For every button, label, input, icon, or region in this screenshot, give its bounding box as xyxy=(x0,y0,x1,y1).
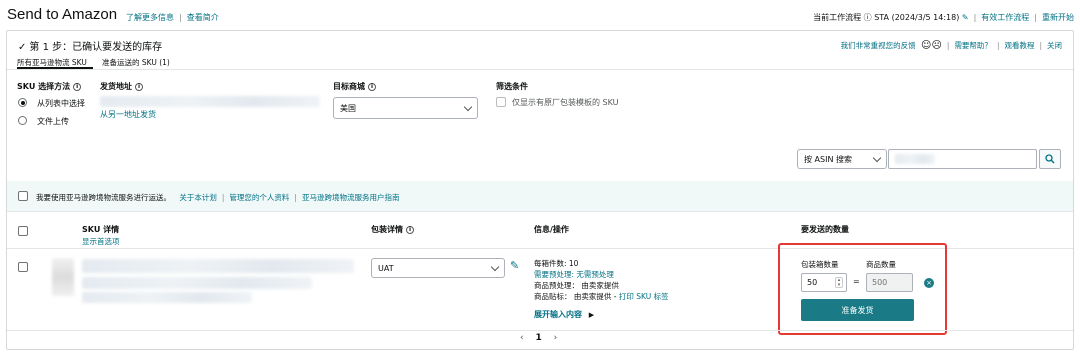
step-title-text: 第 1 步：已确认要发送的库存 xyxy=(29,42,163,53)
sku-method-label: SKU 选择方法 i xyxy=(17,81,82,92)
units-input: 500 xyxy=(866,273,913,292)
view-intro-link[interactable]: 查看简介 xyxy=(187,13,219,22)
info-icon[interactable]: i xyxy=(135,83,143,91)
about-program-link[interactable]: 关于本计划 xyxy=(179,193,217,202)
learn-more-link[interactable]: 了解更多信息 xyxy=(126,13,174,22)
stepper-icon[interactable]: ▴ ▾ xyxy=(835,277,843,288)
col-packing-details: 包装详情 i xyxy=(371,224,414,235)
marketplace-select[interactable]: 美国 xyxy=(333,97,478,119)
marketplace-label: 目标商城 i xyxy=(333,81,376,92)
row-info: 每箱件数: 10 需要预处理: 无需预处理 商品预处理： 由卖家提供 商品贴标：… xyxy=(534,258,669,302)
divider: | xyxy=(973,13,977,22)
units-label: 商品数量 xyxy=(866,260,896,269)
chevron-down-icon xyxy=(463,102,473,111)
prep-owner: 商品预处理： 由卖家提供 xyxy=(534,281,619,290)
redacted-sku-title xyxy=(82,259,354,273)
row-checkbox[interactable] xyxy=(18,262,28,272)
radio-select-from-list[interactable] xyxy=(18,98,27,107)
info-icon[interactable]: i xyxy=(73,83,82,91)
select-all-checkbox[interactable] xyxy=(18,226,28,236)
step-title: ✓ 第 1 步：已确认要发送的库存 xyxy=(18,38,162,53)
ship-from-label: 发货地址 i xyxy=(100,81,143,92)
filter-option-label: 仅显示有原厂包装模板的 SKU xyxy=(512,98,619,107)
redacted-query xyxy=(895,154,935,164)
check-icon: ✓ xyxy=(18,42,27,53)
divider xyxy=(7,330,1073,331)
label-owner-line: 商品贴标： 由卖家提供 - 打印 SKU 标签 xyxy=(534,292,669,301)
program-checkbox[interactable] xyxy=(18,191,28,201)
divider: | xyxy=(294,193,297,202)
divider: | xyxy=(1034,13,1037,22)
manage-profile-link[interactable]: 管理您的个人资料 xyxy=(229,193,289,202)
prev-page-button[interactable]: ‹ xyxy=(520,333,524,343)
print-label-link[interactable]: 打印 SKU 标签 xyxy=(619,292,669,301)
search-icon xyxy=(1045,154,1055,164)
boxes-label: 包装箱数量 xyxy=(801,260,839,269)
edit-pencil-icon[interactable]: ✎ xyxy=(510,259,519,272)
close-link[interactable]: 关闭 xyxy=(1047,41,1062,50)
equals-sign: = xyxy=(853,277,860,286)
expand-input-link[interactable]: 展开输入内容 ▶ xyxy=(534,309,594,320)
redacted-sku-id xyxy=(82,292,252,303)
col-sku-details: SKU 详情 xyxy=(82,225,120,234)
smile-icon[interactable]: ☺ xyxy=(921,40,931,51)
user-guide-link[interactable]: 亚马逊跨境物流服务用户指南 xyxy=(302,193,400,202)
divider: | xyxy=(996,41,1000,50)
search-button[interactable] xyxy=(1039,149,1061,169)
filter-checkbox[interactable] xyxy=(496,97,506,107)
frown-icon[interactable]: ☹ xyxy=(931,40,941,51)
watch-tutorial-link[interactable]: 观看教程 xyxy=(1004,41,1034,50)
tab-divider xyxy=(7,69,1073,70)
feedback-link[interactable]: 我们非常重视您的反馈 xyxy=(841,41,916,50)
caret-right-icon: ▶ xyxy=(588,311,595,319)
current-workflow-text: 当前工作流程 ⓘ STA (2024/3/5 14:18) xyxy=(813,13,960,22)
boxes-value: 50 xyxy=(807,278,818,287)
radio-label-upload: 文件上传 xyxy=(37,117,69,126)
radio-file-upload[interactable] xyxy=(18,116,27,125)
active-workflow-link[interactable]: 有效工作流程 xyxy=(981,13,1029,22)
prep-required-link[interactable]: 需要预处理: 无需预处理 xyxy=(534,269,669,280)
search-by-value: 按 ASIN 搜索 xyxy=(804,154,852,164)
restart-link[interactable]: 重新开始 xyxy=(1042,13,1074,22)
search-input[interactable] xyxy=(888,149,1037,169)
redacted-sku-meta xyxy=(82,277,312,289)
marketplace-value: 美国 xyxy=(340,103,356,113)
units-per-box: 每箱件数: 10 xyxy=(534,259,579,268)
remove-icon[interactable]: × xyxy=(924,278,934,288)
chevron-down-icon xyxy=(490,262,500,271)
ready-to-ship-button[interactable]: 准备发货 xyxy=(801,299,914,321)
filter-label: 筛选条件 xyxy=(496,82,528,91)
next-page-button[interactable]: › xyxy=(554,333,558,343)
info-icon[interactable]: i xyxy=(406,226,414,234)
info-icon[interactable]: i xyxy=(368,83,376,91)
radio-label-list: 从列表中选择 xyxy=(37,99,85,108)
divider: | xyxy=(221,193,225,202)
packing-template-value: UAT xyxy=(378,263,394,273)
redacted-address xyxy=(100,96,320,107)
need-help-link[interactable]: 需要帮助？ xyxy=(954,41,992,50)
units-value: 500 xyxy=(872,278,888,287)
chevron-down-icon xyxy=(872,153,882,162)
boxes-input[interactable]: 50 ▴ ▾ xyxy=(801,273,847,292)
tab-ready-skus[interactable]: 准备运送的 SKU (1) xyxy=(102,57,170,68)
product-thumbnail xyxy=(52,258,74,296)
divider xyxy=(7,211,1073,212)
edit-pencil-icon[interactable]: ✎ xyxy=(962,13,969,22)
col-info-actions: 信息/操作 xyxy=(534,225,569,234)
divider: | xyxy=(1039,41,1042,50)
ship-from-other-link[interactable]: 从另一地址发货 xyxy=(100,109,156,120)
col-quantity: 要发送的数量 xyxy=(801,225,849,234)
program-text: 我要使用亚马逊跨境物流服务进行运送。 xyxy=(36,193,171,202)
divider: | xyxy=(179,13,182,22)
packing-template-select[interactable]: UAT xyxy=(371,258,505,278)
divider: | xyxy=(946,41,950,50)
search-by-select[interactable]: 按 ASIN 搜索 xyxy=(797,149,887,169)
show-preferences-link[interactable]: 显示首选项 xyxy=(82,236,120,247)
current-page[interactable]: 1 xyxy=(535,333,541,343)
page-title: Send to Amazon xyxy=(7,6,118,23)
